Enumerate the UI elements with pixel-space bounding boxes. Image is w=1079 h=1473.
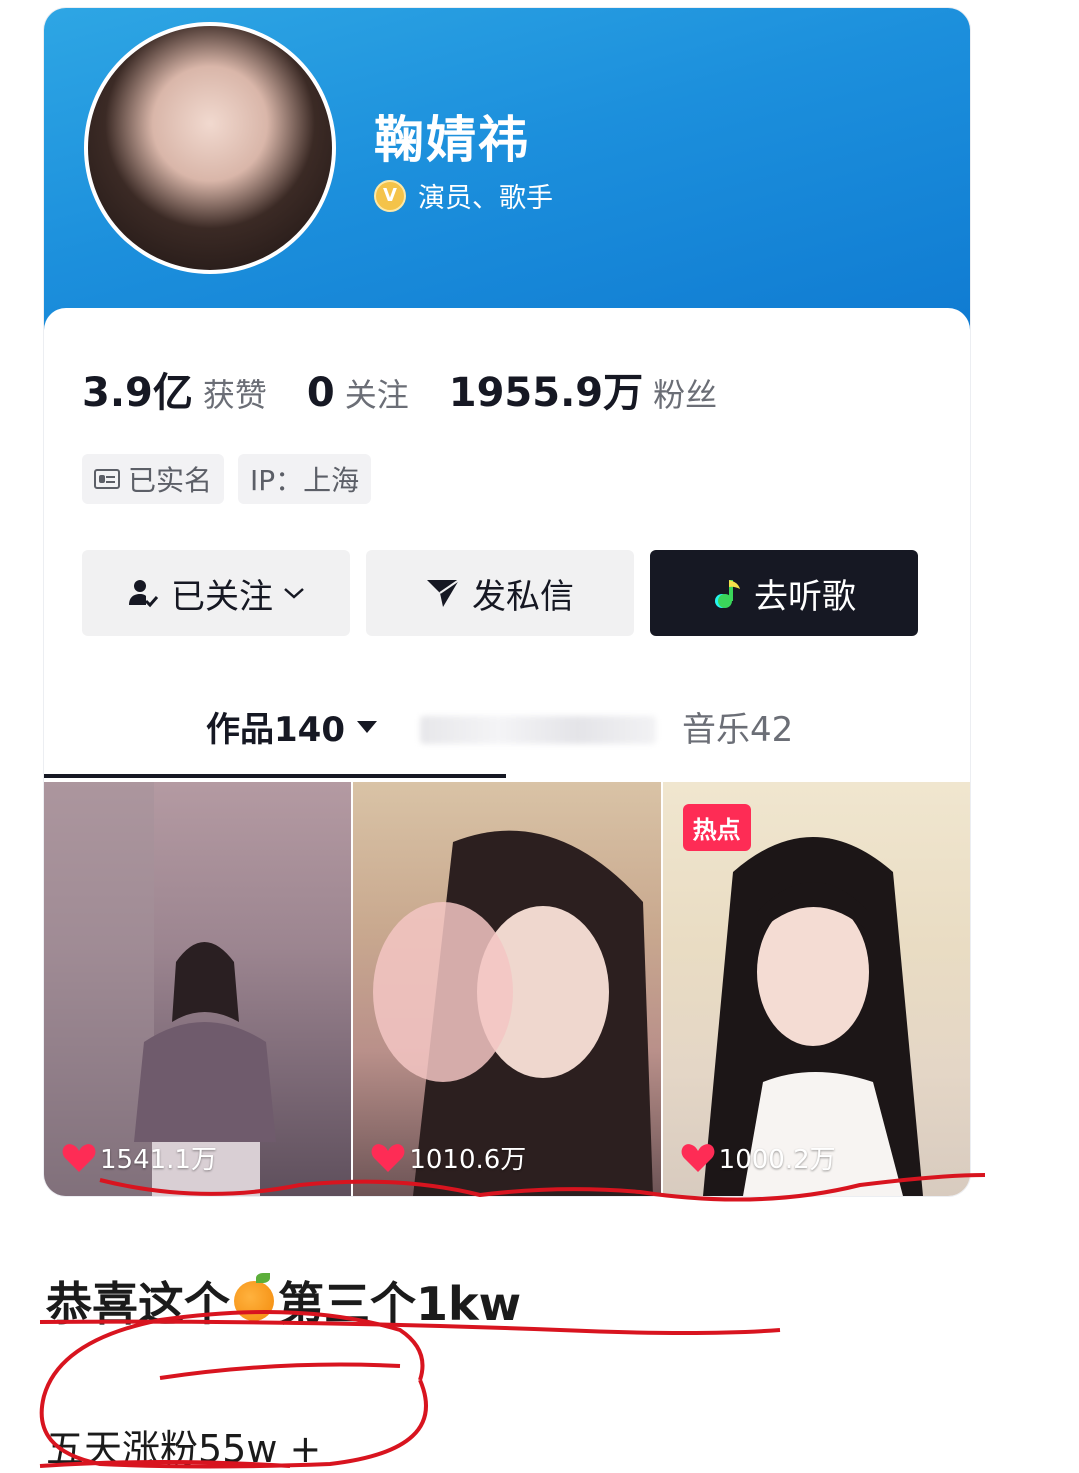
likes-count: 1000.2万 (718, 1145, 836, 1175)
caption-part1: 恭喜这个 (46, 1277, 230, 1331)
tab-works-label: 作品140 (206, 710, 345, 750)
message-label: 发私信 (472, 576, 574, 617)
content-tabs: 作品140 音乐42 (44, 702, 970, 778)
profile-panel: 3.9亿 获赞 0 关注 1955.9万 粉丝 已实名 IP：上海 已关注 发私… (44, 308, 970, 1196)
verify-row: V 演员、歌手 (374, 176, 553, 215)
following-count[interactable]: 0 (307, 370, 335, 416)
ip-label: IP：上海 (250, 464, 360, 497)
video-thumbnail[interactable]: 1010.6万 (353, 782, 661, 1196)
user-check-icon (127, 577, 159, 609)
post-caption: 恭喜这个 第三个1kw (46, 1268, 521, 1334)
video-thumbnail[interactable]: 1541.1万 (44, 782, 352, 1196)
avatar[interactable] (84, 22, 336, 274)
video-grid: 1541.1万 1010.6万 热点 1000.2万 (44, 782, 970, 1196)
heart-icon (371, 1143, 405, 1173)
send-icon (426, 578, 460, 608)
video-likes: 1010.6万 (371, 1139, 526, 1176)
post-subcaption: 五天涨粉55w + (46, 1427, 322, 1471)
video-figure (44, 782, 276, 1196)
caret-down-icon (356, 720, 377, 733)
follow-button[interactable]: 已关注 (82, 550, 350, 636)
verified-icon: V (374, 179, 406, 212)
profile-card: 鞠婧祎 V 演员、歌手 3.9亿 获赞 0 关注 1955.9万 粉丝 已实名 … (44, 8, 970, 1196)
tab-music[interactable]: 音乐42 (682, 702, 793, 751)
tab-blurred[interactable] (420, 716, 656, 744)
followers-label[interactable]: 粉丝 (653, 370, 717, 416)
verify-text: 演员、歌手 (418, 183, 553, 214)
profile-name: 鞠婧祎 (374, 111, 530, 169)
tab-works[interactable]: 作品140 (206, 702, 377, 751)
id-card-icon (94, 469, 120, 489)
message-button[interactable]: 发私信 (366, 550, 634, 636)
tags-row: 已实名 IP：上海 (82, 454, 385, 504)
likes-count: 1010.6万 (409, 1145, 527, 1175)
chevron-down-icon (283, 586, 305, 600)
likes-count: 3.9亿 (82, 370, 193, 416)
music-note-icon (712, 577, 742, 609)
stats-row: 3.9亿 获赞 0 关注 1955.9万 粉丝 (82, 360, 757, 418)
orange-emoji-icon (234, 1273, 274, 1321)
real-name-tag: 已实名 (82, 454, 225, 504)
video-likes: 1000.2万 (681, 1139, 836, 1176)
video-figure (373, 830, 654, 1196)
real-name-label: 已实名 (128, 464, 213, 497)
followers-count[interactable]: 1955.9万 (449, 360, 643, 418)
action-buttons: 已关注 发私信 去听歌 (82, 550, 934, 636)
listen-button[interactable]: 去听歌 (650, 550, 918, 636)
listen-label: 去听歌 (754, 576, 856, 617)
follow-label: 已关注 (171, 576, 273, 617)
caption-part2: 第三个1kw (278, 1277, 522, 1331)
heart-icon (681, 1143, 715, 1173)
ip-tag: IP：上海 (238, 454, 372, 504)
video-likes: 1541.1万 (62, 1139, 217, 1176)
heart-icon (62, 1143, 96, 1173)
following-label[interactable]: 关注 (345, 370, 409, 416)
likes-count: 1541.1万 (100, 1145, 217, 1175)
profile-banner: 鞠婧祎 V 演员、歌手 (44, 8, 970, 348)
tab-indicator (44, 774, 506, 778)
video-thumbnail[interactable]: 热点 1000.2万 (662, 782, 970, 1196)
hot-badge: 热点 (682, 804, 751, 851)
likes-label: 获赞 (202, 376, 267, 414)
